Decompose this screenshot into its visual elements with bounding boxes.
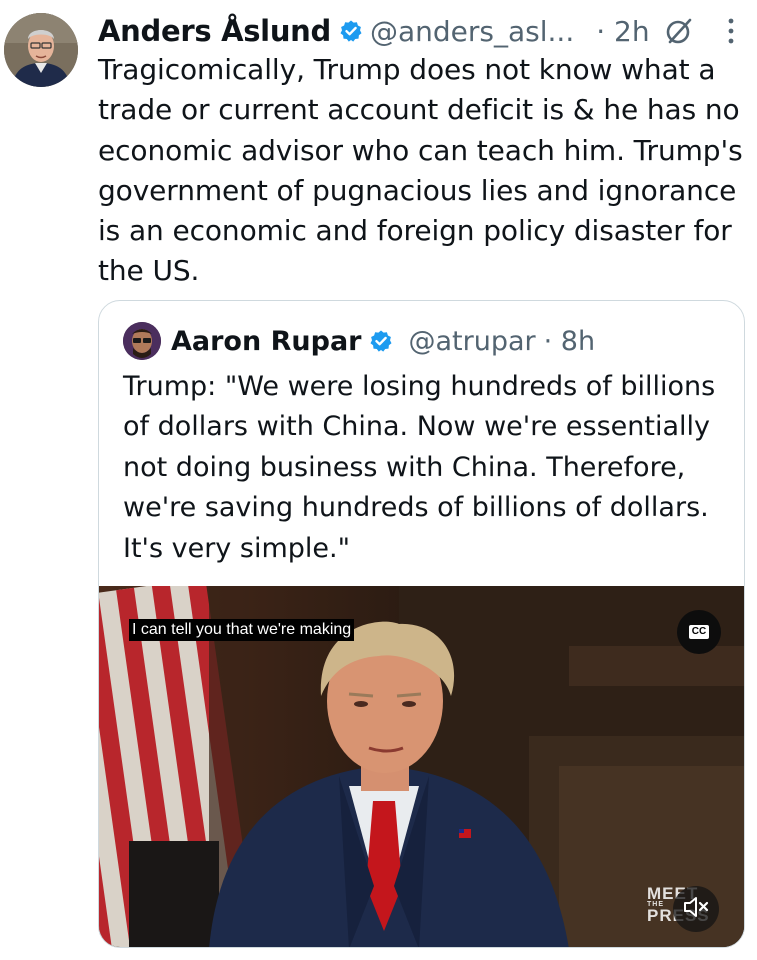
cc-label: CC: [688, 625, 710, 639]
tweet-header: Anders Åslund @anders_asl... · 2h: [98, 11, 694, 51]
video-caption: I can tell you that we're making: [129, 619, 355, 641]
author-name[interactable]: Anders Åslund: [98, 14, 331, 48]
quoted-tweet-timestamp[interactable]: · 8h: [544, 326, 595, 357]
closed-captions-button[interactable]: CC: [677, 610, 721, 654]
verified-badge-icon: [369, 329, 393, 353]
author-avatar[interactable]: [4, 13, 78, 87]
more-vertical-icon[interactable]: [726, 16, 736, 46]
quoted-tweet-card[interactable]: Aaron Rupar @atrupar · 8h Trump: "We wer…: [98, 300, 745, 948]
video-player[interactable]: I can tell you that we're making CC MEET…: [99, 586, 744, 947]
verified-badge-icon: [339, 19, 363, 43]
muted-speaker-icon: [683, 896, 709, 922]
tweet-text: Tragicomically, Trump does not know what…: [98, 53, 743, 288]
mute-button[interactable]: [673, 886, 719, 932]
quoted-tweet-header: Aaron Rupar @atrupar · 8h: [123, 321, 595, 361]
quoted-tweet-text: Trump: "We were losing hundreds of billi…: [123, 371, 716, 564]
quoted-author-name[interactable]: Aaron Rupar: [171, 326, 361, 357]
tweet-timestamp[interactable]: · 2h: [596, 15, 649, 48]
grok-icon[interactable]: [664, 16, 694, 46]
author-handle[interactable]: @anders_asl...: [370, 15, 574, 48]
quoted-author-handle[interactable]: @atrupar: [408, 326, 535, 357]
quoted-author-avatar[interactable]: [123, 322, 161, 360]
